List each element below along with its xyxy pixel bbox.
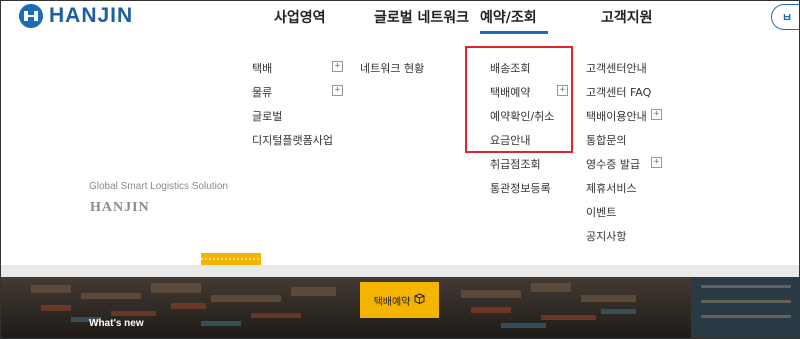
expand-parcel-icon[interactable]: +: [332, 61, 343, 72]
expand-logistics-icon[interactable]: +: [332, 85, 343, 96]
box-icon: [414, 293, 425, 307]
logo-text: HANJIN: [49, 4, 134, 27]
active-nav-indicator: [480, 31, 548, 34]
nav-support[interactable]: 고객지원: [601, 7, 653, 27]
menu-item-global[interactable]: 글로벌: [252, 108, 282, 124]
whats-new-title: What's new: [89, 318, 144, 329]
brand-slogan: Global Smart Logistics Solution: [89, 181, 228, 192]
menu-item-inquiry[interactable]: 통합문의: [586, 132, 626, 148]
logo[interactable]: HANJIN: [19, 4, 133, 28]
menu-item-customs-registration[interactable]: 통관정보등록: [490, 180, 551, 196]
brand-sub-logo: HANJIN: [90, 200, 150, 215]
cta-label: 택배예약: [373, 296, 411, 308]
menu-bottom-strip: [1, 265, 799, 277]
menu-item-digital-platform[interactable]: 디지털플랫폼사업: [252, 132, 333, 148]
menu-item-logistics[interactable]: 물류: [252, 84, 272, 100]
menu-item-receipt[interactable]: 영수증 발급: [586, 156, 640, 172]
expand-receipt-icon[interactable]: +: [651, 157, 662, 168]
menu-item-faq[interactable]: 고객센터 FAQ: [586, 84, 651, 100]
nav-business[interactable]: 사업영역: [274, 7, 326, 27]
menu-item-partner-services[interactable]: 제휴서비스: [586, 180, 637, 196]
expand-parcel-guide-icon[interactable]: +: [651, 109, 662, 120]
page-frame: HANJIN 사업영역 글로벌 네트워크 예약/조회 고객지원 ㅂ 택배 + 물…: [0, 0, 800, 339]
header: HANJIN 사업영역 글로벌 네트워크 예약/조회 고객지원 ㅂ: [1, 1, 799, 35]
menu-item-parcel[interactable]: 택배: [252, 60, 272, 76]
nav-reservation[interactable]: 예약/조회: [480, 7, 537, 27]
side-round-button-label: ㅂ: [781, 11, 793, 24]
highlight-box: [465, 46, 573, 153]
menu-item-notices[interactable]: 공지사항: [586, 228, 626, 244]
menu-item-network-status[interactable]: 네트워크 현황: [360, 60, 424, 76]
menu-item-branch-search[interactable]: 취급점조회: [490, 156, 541, 172]
menu-item-customer-center[interactable]: 고객센터안내: [586, 60, 647, 76]
side-round-button[interactable]: ㅂ: [771, 4, 799, 30]
menu-item-parcel-guide[interactable]: 택배이용안내: [586, 108, 647, 124]
yellow-tab-icon: [201, 253, 261, 265]
parcel-reservation-cta-button[interactable]: 택배예약: [360, 282, 439, 318]
hanjin-logo-icon: [19, 4, 43, 28]
nav-global-network[interactable]: 글로벌 네트워크: [374, 7, 469, 27]
menu-item-events[interactable]: 이벤트: [586, 204, 616, 220]
